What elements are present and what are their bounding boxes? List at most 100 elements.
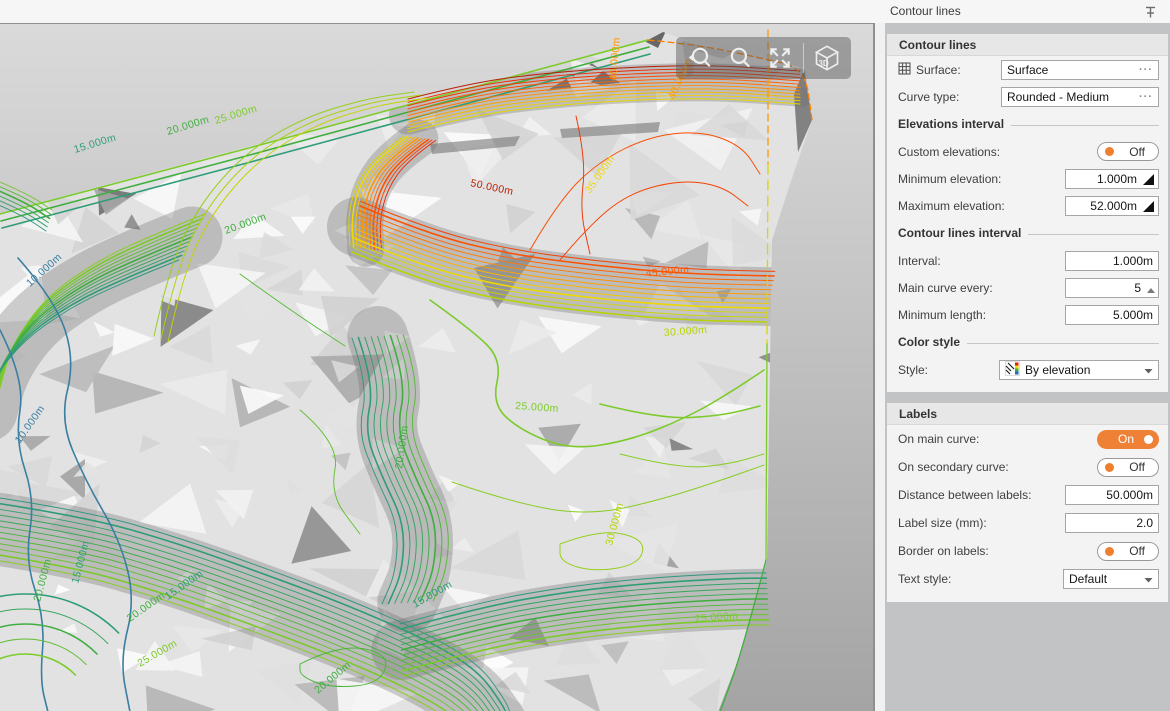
label-size-mm-input[interactable]: 2.0 — [1065, 513, 1159, 533]
input-value: 2.0 — [1136, 516, 1153, 530]
more-button[interactable]: ··· — [1139, 91, 1153, 103]
more-button[interactable]: ··· — [1139, 64, 1153, 76]
curve-type-picker[interactable]: Rounded - Medium··· — [1001, 87, 1159, 107]
field-label-text: Surface: — [916, 63, 961, 77]
row-on-main-curve: On main curve: On — [887, 425, 1168, 453]
row-curve-type: Curve type: Rounded - Medium··· — [887, 83, 1168, 110]
field-label-interval: Interval: — [898, 254, 941, 268]
group-header-contour-lines: Contour lines — [887, 34, 1168, 56]
field-label-curve-type: Curve type: — [898, 90, 959, 104]
field-label-text: Custom elevations: — [898, 145, 1000, 159]
caret-down-icon — [1144, 363, 1153, 377]
input-value: 5.000m — [1113, 308, 1153, 322]
panel-titlebar: Contour lines — [0, 0, 1170, 23]
pick-elevation-icon[interactable] — [1141, 172, 1156, 187]
section-elevations-interval: Elevations interval — [887, 110, 1168, 138]
zoom-extents-icon — [767, 45, 793, 71]
row-on-secondary-curve: On secondary curve:Off — [887, 453, 1168, 481]
section-contour-lines-interval: Contour lines interval — [887, 219, 1168, 247]
input-value: 5 — [1134, 281, 1141, 295]
zoom-extents-button[interactable] — [760, 38, 800, 78]
on-secondary-curve-toggle[interactable]: Off — [1097, 458, 1159, 477]
style-dropdown[interactable]: By elevation — [999, 360, 1159, 380]
row-minimum-length: Minimum length: 5.000m — [887, 301, 1168, 328]
field-label-text: Main curve every: — [898, 281, 993, 295]
field-label-text: Distance between labels: — [898, 488, 1031, 502]
color-ramp-icon — [1005, 361, 1020, 379]
field-label-border-on-labels: Border on labels: — [898, 544, 989, 558]
row-interval: Interval: 1.000m — [887, 247, 1168, 274]
section-title: Elevations interval — [898, 117, 1004, 131]
minimum-length-input[interactable]: 5.000m — [1065, 305, 1159, 325]
field-label-surface: Surface: — [898, 62, 961, 78]
zoom-previous-button[interactable] — [680, 38, 720, 78]
toolbar-separator — [803, 43, 804, 73]
on-main-curve-toggle[interactable]: On — [1097, 430, 1159, 449]
field-label-text-style: Text style: — [898, 572, 951, 586]
spin-up-icon[interactable] — [1147, 282, 1155, 296]
section-color-style: Color style — [887, 328, 1168, 356]
row-style: Style: By elevation — [887, 356, 1168, 383]
input-value: 52.000m — [1090, 199, 1137, 213]
dropdown-value: By elevation — [1025, 363, 1090, 377]
group-title: Contour lines — [899, 38, 976, 52]
field-label-text: Curve type: — [898, 90, 959, 104]
map-viewport[interactable]: 15.000m20.000m25.000m10.000m10.000m20.00… — [0, 23, 875, 711]
interval-input[interactable]: 1.000m — [1065, 251, 1159, 271]
section-title: Color style — [898, 335, 960, 349]
field-label-text: Border on labels: — [898, 544, 989, 558]
field-label-text: Interval: — [898, 254, 941, 268]
zoom-previous-icon — [687, 45, 713, 71]
toggle-knob — [1105, 463, 1114, 472]
field-label-label-size-mm: Label size (mm): — [898, 516, 987, 530]
text-style-dropdown[interactable]: Default — [1063, 569, 1159, 589]
minimum-elevation-input[interactable]: 1.000m — [1065, 169, 1159, 189]
toggle-knob — [1144, 435, 1153, 444]
pick-elevation-icon[interactable] — [1141, 199, 1156, 214]
section-rule — [967, 343, 1159, 344]
row-border-on-labels: Border on labels: Off — [887, 537, 1168, 565]
row-label-size-mm: Label size (mm): 2.0 — [887, 509, 1168, 537]
input-value: 1.000m — [1113, 254, 1153, 268]
toggle-knob — [1105, 547, 1114, 556]
main-curve-every-stepper[interactable]: 5 — [1065, 278, 1159, 298]
field-label-custom-elevations: Custom elevations: — [898, 145, 1000, 159]
view-3d-button[interactable]: 3D — [807, 38, 847, 78]
custom-elevations-toggle[interactable]: Off — [1097, 142, 1159, 161]
section-title: Contour lines interval — [898, 226, 1021, 240]
field-label-text: On main curve: — [898, 432, 979, 446]
dropdown-value: Default — [1069, 572, 1107, 586]
pin-icon[interactable] — [1143, 4, 1158, 19]
row-main-curve-every: Main curve every: 5 — [887, 274, 1168, 301]
contour-lines-panel: Contour lines Surface:Surface···Curve ty… — [875, 23, 1170, 711]
terrain-canvas: 15.000m20.000m25.000m10.000m10.000m20.00… — [0, 24, 873, 711]
svg-text:3D: 3D — [818, 59, 829, 68]
field-label-maximum-elevation: Maximum elevation: — [898, 199, 1005, 213]
row-custom-elevations: Custom elevations: Off — [887, 138, 1168, 165]
group-labels: Labels On main curve: On On secondary curve… — [887, 403, 1168, 602]
field-label-main-curve-every: Main curve every: — [898, 281, 993, 295]
toggle-label: On — [1118, 432, 1134, 446]
field-label-minimum-elevation: Minimum elevation: — [898, 172, 1001, 186]
field-label-text: Minimum length: — [898, 308, 986, 322]
group-title: Labels — [899, 407, 937, 421]
border-on-labels-toggle[interactable]: Off — [1097, 542, 1159, 561]
row-surface: Surface: Surface ··· — [887, 56, 1168, 83]
section-rule — [1011, 125, 1159, 126]
maximum-elevation-input[interactable]: 52.000m — [1065, 196, 1159, 216]
row-minimum-elevation: Minimum elevation: 1.000m — [887, 165, 1168, 192]
input-value: 1.000m — [1097, 172, 1137, 186]
field-label-minimum-length: Minimum length: — [898, 308, 986, 322]
app-window: Contour lines 15.000m20.000m25.000m10.00… — [0, 0, 1170, 711]
field-label-text: Style: — [898, 363, 928, 377]
field-label-text: Minimum elevation: — [898, 172, 1001, 186]
group-header-labels: Labels — [887, 403, 1168, 425]
distance-between-labels-input[interactable]: 50.000m — [1065, 485, 1159, 505]
zoom-button[interactable] — [720, 38, 760, 78]
section-rule — [1028, 234, 1159, 235]
field-label-text: Label size (mm): — [898, 516, 987, 530]
row-distance-between-labels: Distance between labels: 50.000m — [887, 481, 1168, 509]
picker-value: Surface — [1007, 63, 1048, 77]
panel-title: Contour lines — [890, 4, 961, 18]
surface-picker[interactable]: Surface ··· — [1001, 60, 1159, 80]
